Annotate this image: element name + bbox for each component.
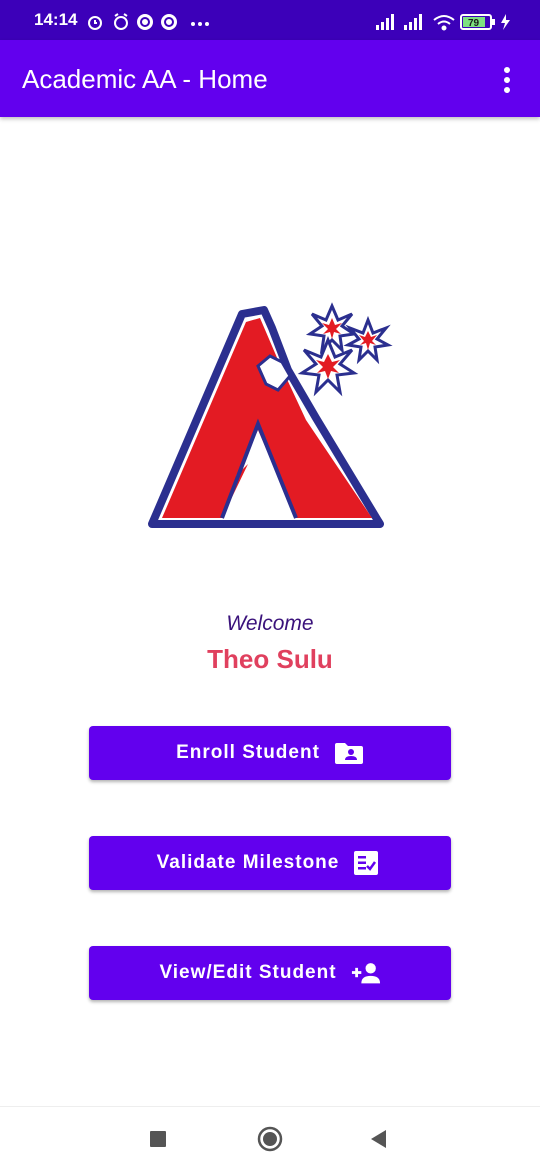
view-edit-student-button[interactable]: View/Edit Student bbox=[89, 946, 451, 1000]
home-circle-icon[interactable] bbox=[256, 1125, 284, 1153]
star-burst bbox=[297, 336, 359, 397]
welcome-label: Welcome bbox=[226, 612, 314, 635]
app-bar: Academic AA - Home bbox=[0, 40, 540, 117]
wifi-icon bbox=[433, 15, 455, 31]
enroll-student-label: Enroll Student bbox=[176, 742, 320, 763]
signal-icon bbox=[404, 14, 422, 30]
status-left-icons bbox=[88, 13, 209, 30]
vpn-icon bbox=[161, 14, 177, 30]
contact-folder-icon bbox=[334, 740, 364, 766]
more-vert-icon[interactable] bbox=[500, 66, 514, 94]
battery-icon: 79 bbox=[460, 14, 495, 30]
vpn-icon bbox=[137, 14, 153, 30]
status-time: 14:14 bbox=[34, 10, 78, 29]
status-right-icons: 79 bbox=[376, 14, 510, 31]
star-burst bbox=[305, 302, 359, 355]
star-burst bbox=[343, 315, 393, 365]
app-bar-title: Academic AA - Home bbox=[22, 64, 268, 94]
signal-icon bbox=[376, 14, 394, 30]
recents-square-icon[interactable] bbox=[144, 1125, 172, 1153]
alarm-clock-icon bbox=[114, 13, 128, 30]
person-add-icon bbox=[351, 960, 381, 986]
user-name: Theo Sulu bbox=[207, 644, 333, 674]
checklist-icon bbox=[353, 850, 383, 876]
system-nav-bar bbox=[0, 1106, 540, 1171]
validate-milestone-button[interactable]: Validate Milestone bbox=[89, 836, 451, 890]
view-edit-student-label: View/Edit Student bbox=[159, 962, 337, 983]
battery-level: 79 bbox=[468, 18, 480, 29]
more-dots-icon bbox=[191, 22, 209, 26]
status-bar: 14:14 79 bbox=[0, 0, 540, 40]
letter-a-logo bbox=[148, 302, 393, 528]
charging-icon bbox=[501, 14, 510, 30]
back-triangle-icon[interactable] bbox=[366, 1125, 394, 1153]
alarm-icon bbox=[88, 16, 102, 30]
validate-milestone-label: Validate Milestone bbox=[156, 852, 340, 873]
enroll-student-button[interactable]: Enroll Student bbox=[89, 726, 451, 780]
